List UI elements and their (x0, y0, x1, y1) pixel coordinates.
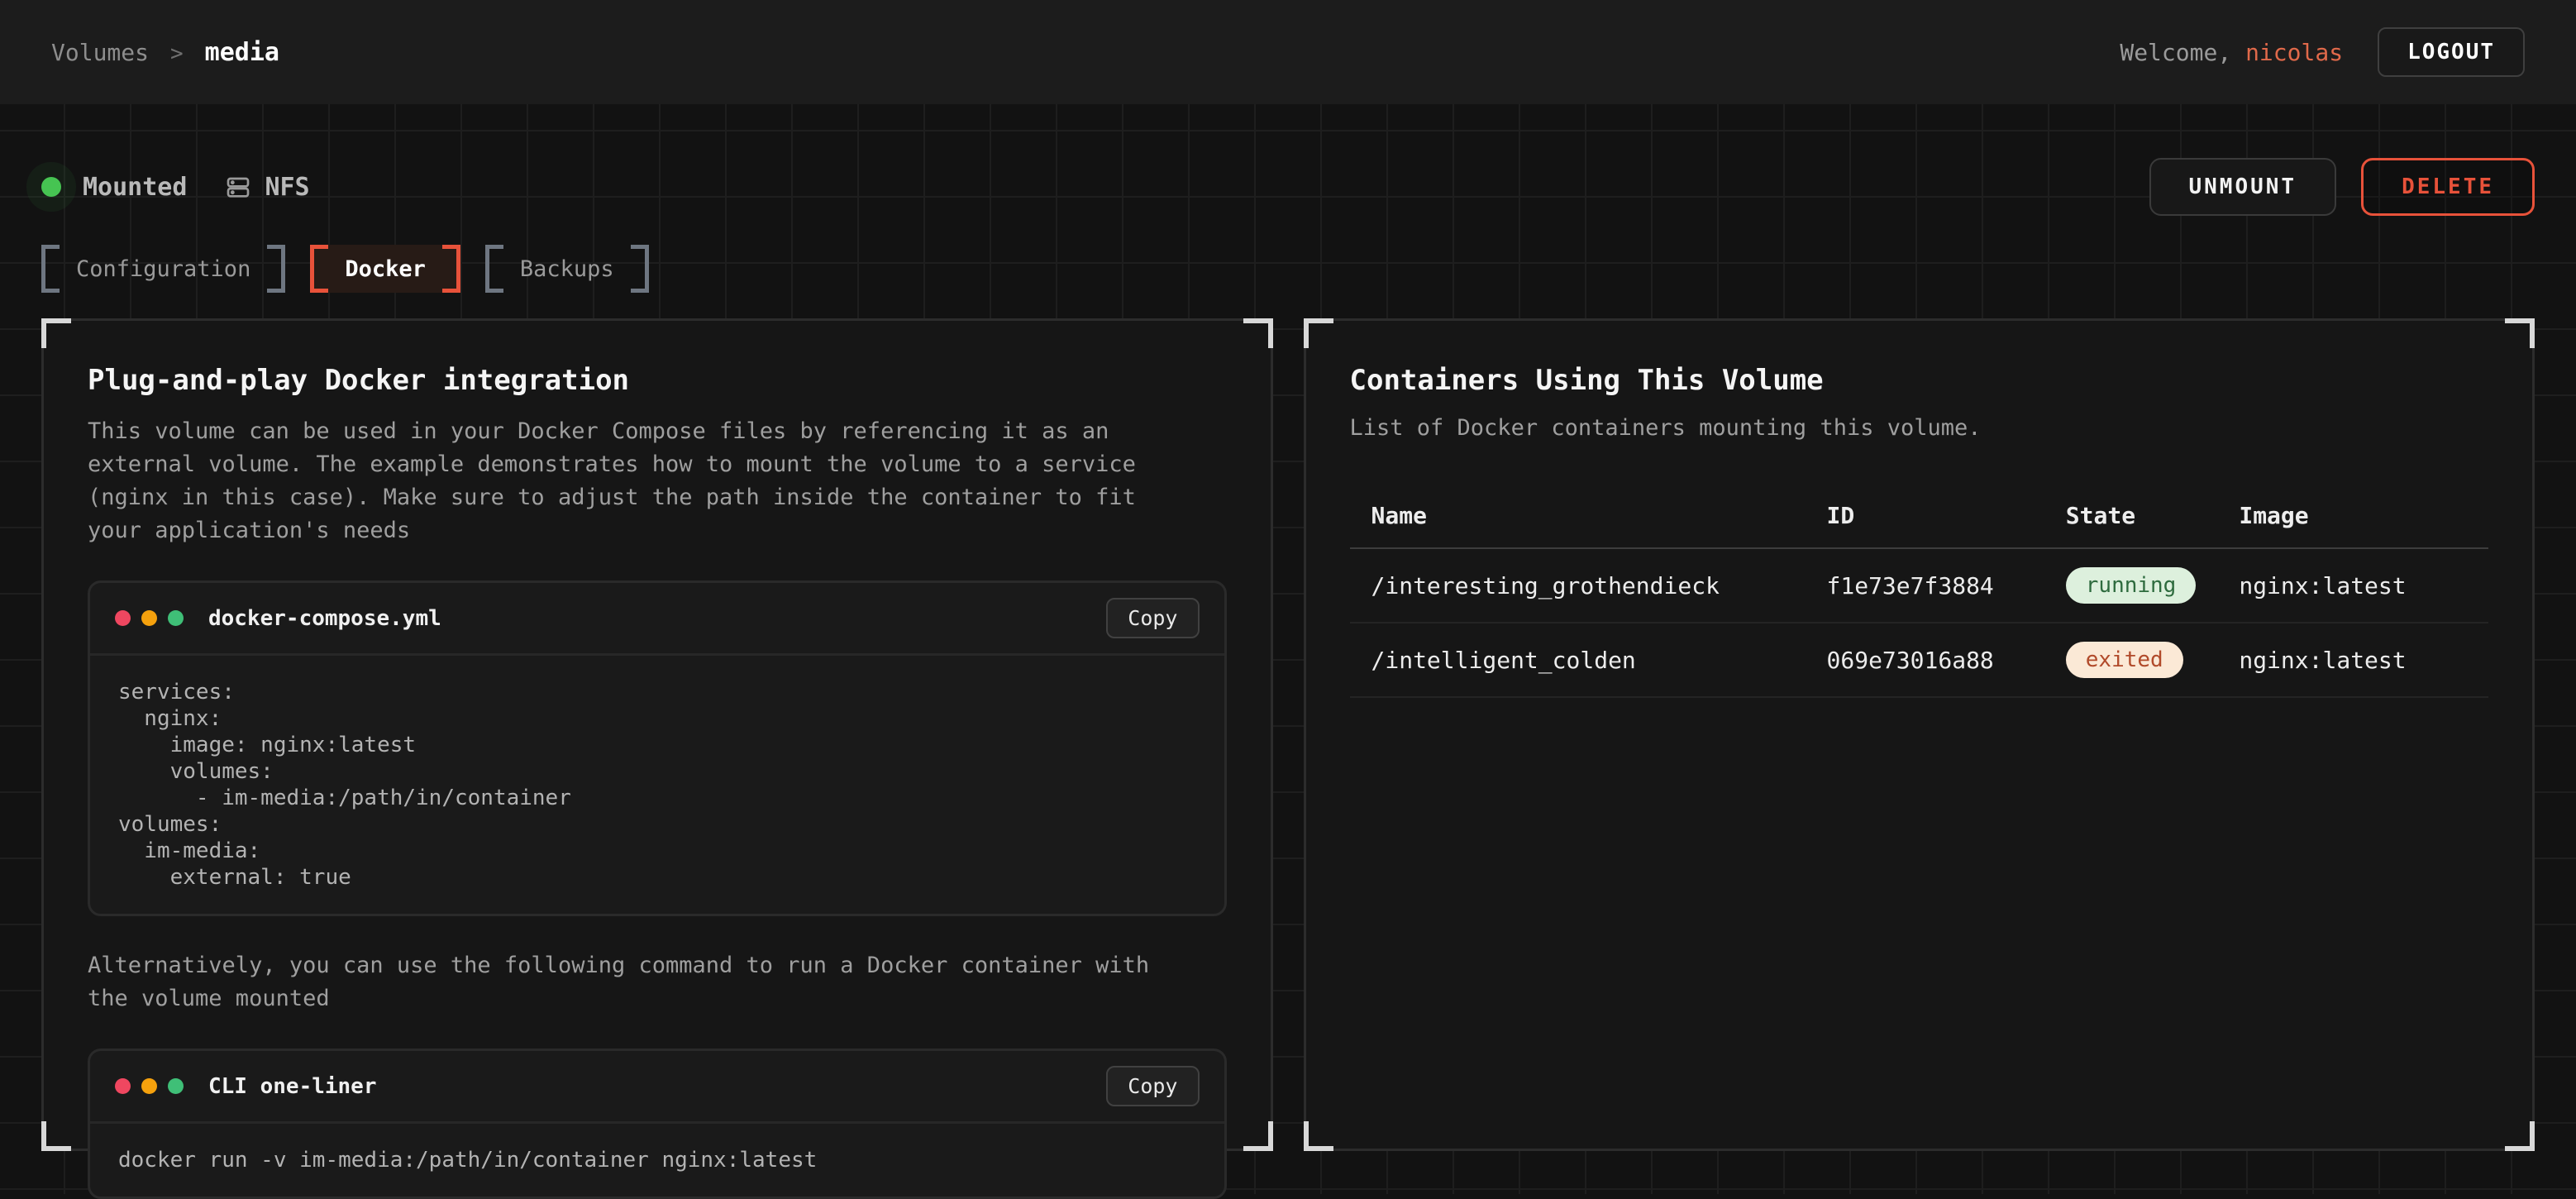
page: Volumes > media Welcome, nicolas LOGOUT … (0, 0, 2576, 1194)
logout-button[interactable]: LOGOUT (2378, 27, 2525, 77)
content-panels: Plug-and-play Docker integration This vo… (41, 318, 2535, 1151)
table-row: /interesting_grothendieck f1e73e7f3884 r… (1350, 548, 2489, 623)
column-header-state: State (2044, 484, 2218, 548)
panel-corner-icon (1243, 318, 1273, 348)
container-name: /interesting_grothendieck (1350, 548, 1806, 623)
container-name: /intelligent_colden (1350, 623, 1806, 697)
containers-panel-title: Containers Using This Volume (1350, 364, 2489, 397)
breadcrumb-volumes-link[interactable]: Volumes (51, 39, 149, 66)
containers-table: Name ID State Image /interesting_grothen… (1350, 484, 2489, 698)
welcome-label: Welcome, (2120, 39, 2245, 66)
tab-configuration[interactable]: Configuration (41, 245, 285, 293)
compose-filename: docker-compose.yml (208, 606, 441, 631)
panel-corner-icon (41, 1121, 71, 1151)
state-badge: exited (2066, 642, 2183, 678)
topbar: Volumes > media Welcome, nicolas LOGOUT (0, 0, 2576, 104)
cli-title: CLI one-liner (208, 1074, 377, 1099)
username: nicolas (2245, 39, 2343, 66)
green-dot-icon (168, 1078, 184, 1094)
panel-corner-icon (1304, 1121, 1333, 1151)
window-dots-icon (115, 1078, 184, 1094)
docker-panel-description: This volume can be used in your Docker C… (88, 415, 1171, 547)
volume-status: Mounted NFS (41, 173, 310, 202)
main-area: Mounted NFS UNMOUNT DELETE Configuration (0, 104, 2576, 1194)
compose-codeblock: docker-compose.yml Copy services: nginx:… (88, 580, 1227, 916)
container-image: nginx:latest (2217, 548, 2488, 623)
cli-codeblock: CLI one-liner Copy docker run -v im-medi… (88, 1049, 1227, 1199)
green-dot-icon (168, 610, 184, 626)
red-dot-icon (115, 1078, 131, 1094)
red-dot-icon (115, 610, 131, 626)
column-header-name: Name (1350, 484, 1806, 548)
breadcrumb: Volumes > media (51, 38, 279, 67)
mounted-status-label: Mounted (83, 173, 187, 202)
copy-cli-button[interactable]: Copy (1106, 1066, 1199, 1106)
volume-type-label: NFS (265, 173, 309, 202)
panel-corner-icon (1243, 1121, 1273, 1151)
delete-button[interactable]: DELETE (2361, 158, 2535, 216)
mounted-status-dot-icon (41, 177, 61, 197)
server-stack-icon (225, 174, 251, 200)
panel-corner-icon (2505, 318, 2535, 348)
docker-integration-panel: Plug-and-play Docker integration This vo… (41, 318, 1273, 1151)
unmount-button[interactable]: UNMOUNT (2149, 158, 2337, 216)
column-header-id: ID (1806, 484, 2044, 548)
panel-corner-icon (2505, 1121, 2535, 1151)
table-row: /intelligent_colden 069e73016a88 exited … (1350, 623, 2489, 697)
volume-actions: UNMOUNT DELETE (2149, 158, 2535, 216)
tab-docker[interactable]: Docker (310, 245, 460, 293)
copy-compose-button[interactable]: Copy (1106, 598, 1199, 638)
state-badge: running (2066, 567, 2197, 604)
tab-bar: Configuration Docker Backups (41, 245, 2535, 293)
compose-code-body: services: nginx: image: nginx:latest vol… (90, 656, 1224, 914)
panel-corner-icon (41, 318, 71, 348)
status-row: Mounted NFS UNMOUNT DELETE (41, 157, 2535, 217)
cli-codeblock-header: CLI one-liner Copy (90, 1051, 1224, 1124)
tab-backups[interactable]: Backups (485, 245, 649, 293)
column-header-image: Image (2217, 484, 2488, 548)
container-image: nginx:latest (2217, 623, 2488, 697)
breadcrumb-current: media (205, 38, 279, 67)
cli-code: docker run -v im-media:/path/in/containe… (90, 1124, 1224, 1197)
container-id: 069e73016a88 (1806, 623, 2044, 697)
compose-code: services: nginx: image: nginx:latest vol… (90, 656, 1224, 914)
welcome-text: Welcome, nicolas (2120, 39, 2343, 66)
container-id: f1e73e7f3884 (1806, 548, 2044, 623)
panel-corner-icon (1304, 318, 1333, 348)
compose-codeblock-header: docker-compose.yml Copy (90, 583, 1224, 656)
table-header-row: Name ID State Image (1350, 484, 2489, 548)
cli-code-body: docker run -v im-media:/path/in/containe… (90, 1124, 1224, 1197)
containers-panel-subtitle: List of Docker containers mounting this … (1350, 415, 2489, 441)
amber-dot-icon (141, 610, 157, 626)
user-area: Welcome, nicolas LOGOUT (2120, 27, 2525, 77)
docker-panel-title: Plug-and-play Docker integration (88, 364, 1227, 397)
breadcrumb-separator-icon: > (170, 41, 184, 66)
containers-panel: Containers Using This Volume List of Doc… (1304, 318, 2535, 1151)
cli-alternative-text: Alternatively, you can use the following… (88, 949, 1171, 1015)
amber-dot-icon (141, 1078, 157, 1094)
window-dots-icon (115, 610, 184, 626)
